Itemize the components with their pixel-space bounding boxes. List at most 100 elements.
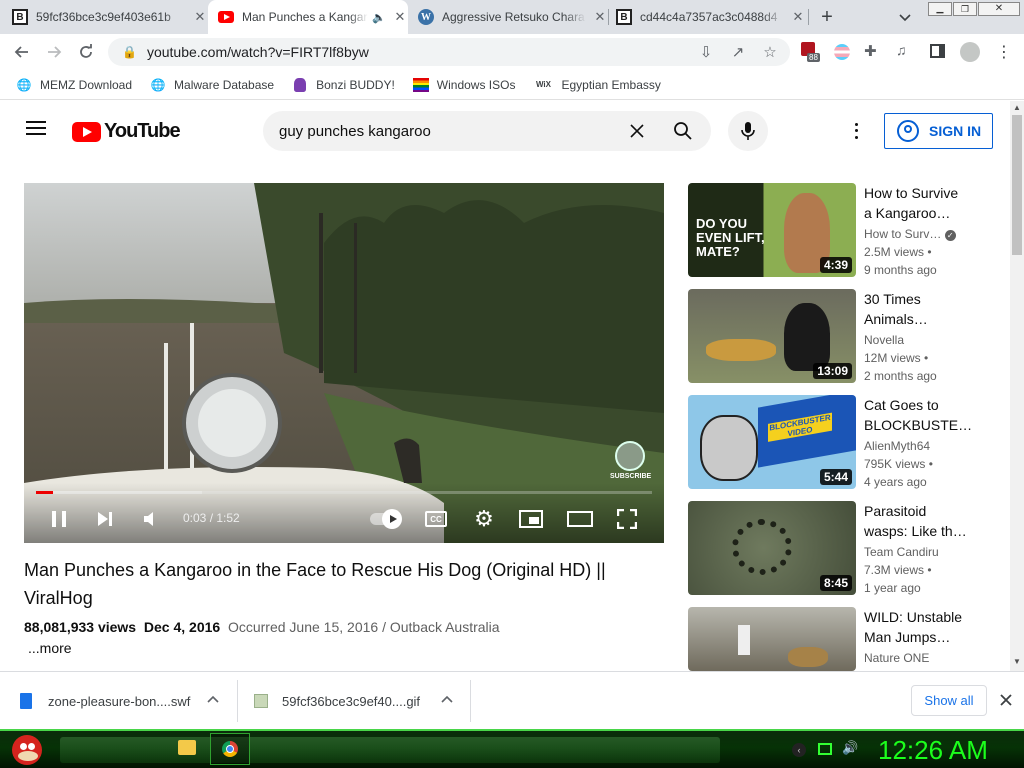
clear-search-icon[interactable] bbox=[627, 121, 647, 141]
download-item[interactable]: zone-pleasure-bon....swf bbox=[20, 672, 232, 730]
bookmark-bonzi-buddy[interactable]: Bonzi BUDDY! bbox=[292, 77, 395, 93]
close-icon[interactable]: ✕ bbox=[192, 9, 208, 25]
hamburger-menu-icon[interactable] bbox=[26, 121, 46, 135]
start-button-angry-bird-icon[interactable] bbox=[10, 731, 46, 767]
youtube-wordmark: YouTube bbox=[104, 120, 181, 142]
bookmark-memz[interactable]: 🌐 MEMZ Download bbox=[16, 77, 133, 93]
tab-1[interactable]: B 59fcf36bce3c9ef403e61b ✕ bbox=[12, 0, 208, 34]
related-video-card[interactable]: WILD: Unstable Man Jumps… Nature ONE bbox=[688, 607, 998, 671]
puzzle-extensions-icon[interactable]: ✚ bbox=[864, 42, 877, 60]
media-controls-icon[interactable]: ♫ bbox=[896, 42, 907, 58]
scroll-down-arrow-icon[interactable]: ▼ bbox=[1013, 657, 1021, 666]
related-video-card[interactable]: BLOCKBUSTER VIDEO 5:44 Cat Goes to BLOCK… bbox=[688, 395, 998, 489]
related-title[interactable]: 30 Times Animals… bbox=[864, 289, 976, 329]
video-thumbnail[interactable] bbox=[688, 607, 856, 671]
back-arrow-icon[interactable] bbox=[8, 38, 36, 66]
extension-shield-icon[interactable]: 88 bbox=[801, 42, 821, 64]
share-icon[interactable]: ↗ bbox=[728, 42, 748, 62]
volume-tray-icon[interactable]: 🔊 bbox=[842, 740, 858, 756]
video-meta[interactable]: 88,081,933 views Dec 4, 2016 Occurred Ju… bbox=[24, 619, 500, 635]
reload-icon[interactable] bbox=[72, 38, 100, 66]
subscribe-watermark[interactable]: SUBSCRIBE bbox=[610, 441, 651, 483]
download-filename: 59fcf36bce3c9ef40....gif bbox=[282, 693, 421, 709]
browser-toolbar: 🔒 youtube.com/watch?v=FIRT7lf8byw ⇩ ↗ ☆ … bbox=[0, 34, 1024, 70]
tab-2-active[interactable]: Man Punches a Kangaroo 🔈 ✕ bbox=[208, 0, 408, 34]
volume-icon[interactable] bbox=[140, 508, 162, 530]
next-video-icon[interactable] bbox=[94, 508, 116, 530]
side-panel-icon[interactable] bbox=[930, 44, 945, 58]
video-thumbnail[interactable]: DO YOU EVEN LIFT, MATE? 4:39 bbox=[688, 183, 856, 277]
search-icon[interactable] bbox=[673, 121, 693, 141]
thumbnail-caption: DO YOU EVEN LIFT, MATE? bbox=[696, 216, 765, 259]
related-video-card[interactable]: 8:45 Parasitoid wasps: Like th… Team Can… bbox=[688, 501, 998, 595]
video-player[interactable]: SUBSCRIBE 0:03 / 1:52 CC ⚙ bbox=[24, 183, 664, 543]
close-icon[interactable]: ✕ bbox=[592, 9, 608, 25]
related-title[interactable]: WILD: Unstable Man Jumps… bbox=[864, 607, 976, 647]
show-all-downloads-button[interactable]: Show all bbox=[911, 685, 987, 716]
window-minimize-button[interactable]: ▁ bbox=[928, 2, 952, 16]
window-restore-button[interactable]: ❐ bbox=[953, 2, 977, 16]
channel-name[interactable]: AlienMyth64 bbox=[864, 439, 930, 453]
related-title[interactable]: How to Survive a Kangaroo… bbox=[864, 183, 976, 223]
close-icon[interactable]: ✕ bbox=[392, 9, 408, 25]
download-item[interactable]: 59fcf36bce3c9ef40....gif bbox=[254, 672, 464, 730]
pause-icon[interactable] bbox=[48, 508, 70, 530]
search-input[interactable] bbox=[279, 122, 619, 140]
tab-search-chevron-icon[interactable] bbox=[896, 8, 914, 26]
sign-in-button[interactable]: SIGN IN bbox=[884, 113, 993, 149]
new-tab-button[interactable]: + bbox=[816, 6, 838, 28]
network-icon[interactable] bbox=[818, 743, 832, 755]
tab-4[interactable]: B cd44c4a7357ac3c0488d4 ✕ bbox=[616, 0, 806, 34]
fullscreen-icon[interactable] bbox=[616, 508, 638, 530]
voice-search-mic-icon[interactable] bbox=[728, 111, 768, 151]
bookmark-windows-isos[interactable]: Windows ISOs bbox=[412, 77, 515, 93]
file-explorer-icon[interactable] bbox=[178, 740, 196, 755]
show-more-link[interactable]: ...more bbox=[28, 640, 72, 656]
related-title[interactable]: Cat Goes to BLOCKBUSTE… bbox=[864, 395, 976, 435]
profile-avatar-icon[interactable] bbox=[960, 42, 980, 62]
install-app-icon[interactable]: ⇩ bbox=[696, 42, 716, 62]
address-bar[interactable]: 🔒 youtube.com/watch?v=FIRT7lf8byw ⇩ ↗ ☆ bbox=[108, 38, 790, 66]
chrome-menu-icon[interactable]: ⋮ bbox=[996, 42, 1012, 62]
related-title[interactable]: Parasitoid wasps: Like th… bbox=[864, 501, 976, 541]
scrollbar-thumb[interactable] bbox=[1012, 115, 1022, 255]
video-thumbnail[interactable]: 13:09 bbox=[688, 289, 856, 383]
bookmark-egyptian-embassy[interactable]: WiX Egyptian Embassy bbox=[533, 77, 661, 93]
window-close-button[interactable]: ✕ bbox=[978, 2, 1020, 16]
gorilla-figure bbox=[784, 303, 830, 371]
autoplay-toggle[interactable] bbox=[368, 509, 402, 529]
channel-name[interactable]: Novella bbox=[864, 333, 904, 347]
channel-name[interactable]: Nature ONE bbox=[864, 651, 929, 665]
page-scrollbar[interactable]: ▲ ▼ bbox=[1010, 101, 1024, 671]
bookmark-star-icon[interactable]: ☆ bbox=[760, 42, 780, 62]
video-thumbnail[interactable]: 8:45 bbox=[688, 501, 856, 595]
related-video-card[interactable]: 13:09 30 Times Animals… Novella 12M view… bbox=[688, 289, 998, 383]
close-downloads-icon[interactable] bbox=[998, 692, 1014, 708]
captions-icon[interactable]: CC bbox=[424, 508, 448, 530]
chrome-taskbar-button[interactable] bbox=[210, 733, 250, 765]
close-icon[interactable]: ✕ bbox=[790, 9, 806, 25]
forward-arrow-icon[interactable] bbox=[40, 38, 68, 66]
chevron-up-icon[interactable] bbox=[206, 693, 220, 710]
tab-3[interactable]: W Aggressive Retsuko Chara ✕ bbox=[418, 0, 608, 34]
pride-extension-icon[interactable] bbox=[834, 44, 850, 60]
settings-kebab-icon[interactable] bbox=[846, 121, 866, 141]
video-thumbnail[interactable]: BLOCKBUSTER VIDEO 5:44 bbox=[688, 395, 856, 489]
chevron-up-icon[interactable] bbox=[440, 693, 454, 710]
theater-mode-icon[interactable] bbox=[566, 510, 594, 528]
bookmark-malware-database[interactable]: 🌐 Malware Database bbox=[150, 77, 275, 93]
taskbar-clock[interactable]: 12:26 AM bbox=[878, 735, 988, 766]
lock-icon[interactable]: 🔒 bbox=[122, 45, 137, 59]
youtube-header: YouTube SIGN IN bbox=[0, 101, 1010, 161]
scroll-up-arrow-icon[interactable]: ▲ bbox=[1013, 103, 1021, 112]
settings-gear-icon[interactable]: ⚙ bbox=[472, 506, 496, 531]
tab-title: 59fcf36bce3c9ef403e61b bbox=[36, 10, 171, 24]
speaker-icon[interactable]: 🔈 bbox=[372, 11, 386, 24]
related-video-card[interactable]: DO YOU EVEN LIFT, MATE? 4:39 How to Surv… bbox=[688, 183, 998, 277]
youtube-logo[interactable]: YouTube bbox=[72, 120, 181, 143]
channel-name[interactable]: Team Candiru bbox=[864, 545, 939, 559]
tray-chevron-icon[interactable]: ‹ bbox=[792, 743, 806, 757]
channel-name[interactable]: How to Surv… ✓ bbox=[864, 227, 956, 241]
tab-title: cd44c4a7357ac3c0488d4 bbox=[640, 10, 778, 24]
miniplayer-icon[interactable] bbox=[518, 509, 544, 529]
